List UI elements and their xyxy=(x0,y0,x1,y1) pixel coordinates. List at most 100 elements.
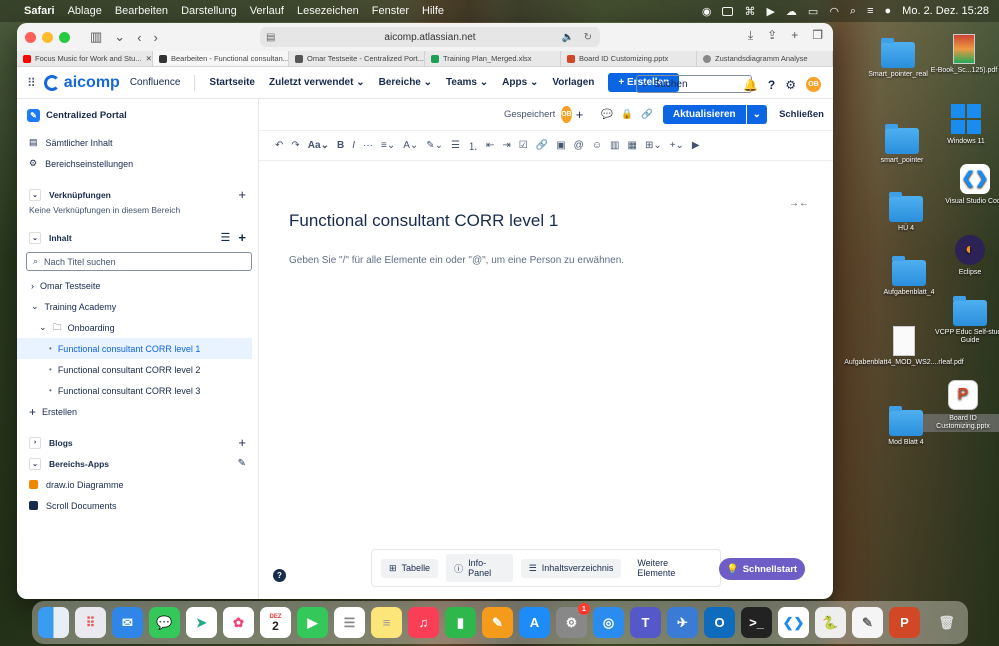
restrict-icon[interactable]: 🔒 xyxy=(621,109,633,120)
tab-zustandsdiagramm[interactable]: Zustandsdiagramm Analyse xyxy=(697,51,833,66)
music-icon[interactable]: ♫ xyxy=(408,607,439,638)
space-title[interactable]: ✎ Centralized Portal xyxy=(17,99,258,132)
page-settings-icon[interactable]: ▤ xyxy=(266,32,275,43)
chevron-down-icon[interactable]: ⌄ xyxy=(31,301,39,312)
trash-icon[interactable]: 🗑 xyxy=(931,607,962,638)
maps-icon[interactable]: ➤ xyxy=(186,607,217,638)
menu-hilfe[interactable]: Hilfe xyxy=(422,5,444,17)
image-icon[interactable]: ▣ xyxy=(556,140,565,151)
task-icon[interactable]: ☑ xyxy=(519,140,528,151)
close-window-button[interactable] xyxy=(25,31,36,43)
nav-apps[interactable]: Apps ⌄ xyxy=(502,77,538,88)
tree-item-level1[interactable]: • Functional consultant CORR level 1 xyxy=(17,338,252,359)
outlook-icon[interactable]: O xyxy=(704,607,735,638)
app-item-drawio[interactable]: draw.io Diagramme xyxy=(17,474,258,495)
menu-lesezeichen[interactable]: Lesezeichen xyxy=(297,5,359,17)
desktop-item[interactable]: smart_pointer xyxy=(862,124,942,165)
clock-text[interactable]: Mo. 2. Dez. 15:28 xyxy=(902,5,989,17)
forward-icon[interactable]: › xyxy=(154,30,158,45)
add-shortcut-icon[interactable]: + xyxy=(238,187,246,202)
chevron-down-icon[interactable]: ⌄ xyxy=(39,322,47,333)
launchpad-icon[interactable]: ⠿ xyxy=(75,607,106,638)
italic-icon[interactable]: I xyxy=(352,140,355,151)
edit-icon[interactable]: ✎ xyxy=(238,458,246,469)
app-switcher-icon[interactable]: ⠿ xyxy=(27,76,36,90)
tab-board-id[interactable]: Board ID Customizing.pptx xyxy=(561,51,697,66)
settings-icon[interactable]: ⚙ 1 xyxy=(556,603,590,638)
insert-table-button[interactable]: ⊞ Tabelle xyxy=(381,558,439,578)
close-tab-icon[interactable]: ✕ xyxy=(146,54,152,63)
desktop-item[interactable]: Aufgabenblatt4_MOD_WS2....rleaf.pdf xyxy=(844,326,964,367)
quickstart-button[interactable]: 💡 Schnellstart xyxy=(719,558,805,580)
insert-info-panel-button[interactable]: ⓘ Info-Panel xyxy=(446,554,513,582)
vpn-icon[interactable]: ✈ xyxy=(667,607,698,638)
tab-training-plan[interactable]: Training Plan_Merged.xlsx xyxy=(425,51,561,66)
insert-icon[interactable]: +⌄ xyxy=(670,140,684,151)
mail-icon[interactable]: ✉ xyxy=(112,607,143,638)
table-icon[interactable]: ⊞⌄ xyxy=(645,140,662,151)
status-icon[interactable]: ◉ xyxy=(702,5,712,18)
publish-options-button[interactable]: ⌄ xyxy=(746,105,768,124)
minimize-window-button[interactable] xyxy=(42,31,53,43)
back-icon[interactable]: ‹ xyxy=(137,30,141,45)
undo-icon[interactable]: ↶ xyxy=(275,140,283,151)
menu-ablage[interactable]: Ablage xyxy=(68,5,102,17)
share-icon[interactable]: ⇪ xyxy=(767,28,777,43)
tree-item-level3[interactable]: • Functional consultant CORR level 3 xyxy=(17,380,258,401)
new-tab-icon[interactable]: + xyxy=(791,28,798,43)
download-icon[interactable]: ⤓ xyxy=(748,28,753,43)
bold-icon[interactable]: B xyxy=(337,140,344,151)
sidebar-toggle-icon[interactable]: ▥ xyxy=(90,29,102,45)
nav-confluence[interactable]: Confluence xyxy=(130,77,181,88)
chevron-down-icon[interactable]: ⌄ xyxy=(114,29,125,45)
section-shortcuts[interactable]: ⌄ Verknüpfungen + xyxy=(17,184,258,205)
menu-darstellung[interactable]: Darstellung xyxy=(181,5,237,17)
tab-bearbeiten[interactable]: Bearbeiten - Functional consultan... xyxy=(153,51,289,66)
menu-app[interactable]: Safari xyxy=(24,5,55,17)
numbers-icon[interactable]: ▮ xyxy=(445,607,476,638)
align-icon[interactable]: ≡⌄ xyxy=(381,140,395,151)
link-icon[interactable]: 🔗 xyxy=(641,109,653,120)
notifications-icon[interactable]: 🔔 xyxy=(743,78,758,92)
desktop-item[interactable]: E-Book_Sc...125).pdf xyxy=(924,34,999,75)
mention-icon[interactable]: @ xyxy=(574,140,584,151)
tree-item-onboarding[interactable]: ⌄ 🗀 Onboarding xyxy=(17,317,258,338)
layout-icon[interactable]: ▥ xyxy=(610,140,619,151)
chevron-down-icon[interactable]: ⌄ xyxy=(29,457,41,470)
tree-item-level2[interactable]: • Functional consultant CORR level 2 xyxy=(17,359,258,380)
title-filter-input[interactable]: ⌕ Nach Titel suchen xyxy=(26,252,252,271)
appstore-icon[interactable]: A xyxy=(519,607,550,638)
reminders-icon[interactable]: ☰ xyxy=(334,607,365,638)
wifi-icon[interactable]: ◠ xyxy=(829,5,839,18)
update-button[interactable]: Aktualisieren xyxy=(662,105,746,124)
chevron-down-icon[interactable]: ⌄ xyxy=(29,188,41,201)
editor-body-placeholder[interactable]: Geben Sie "/" für alle Elemente ein oder… xyxy=(289,255,624,266)
tree-item-omar[interactable]: › Omar Testseite xyxy=(17,275,258,296)
tab-omar-testseite[interactable]: Omar Testseite - Centralized Port... xyxy=(289,51,425,66)
more-format-icon[interactable]: ··· xyxy=(363,140,373,151)
more-elements-button[interactable]: Weitere Elemente xyxy=(629,554,711,582)
avatar[interactable]: OB xyxy=(806,77,821,92)
insert-toc-button[interactable]: ☰ Inhaltsverzeichnis xyxy=(520,558,622,578)
invite-icon[interactable]: + xyxy=(576,107,584,122)
address-bar[interactable]: ▤ aicomp.atlassian.net 🔈 ↻ xyxy=(260,27,600,47)
finder-icon[interactable] xyxy=(38,607,69,638)
collapse-width-icon[interactable]: →← xyxy=(789,198,809,209)
section-content[interactable]: ⌄ Inhalt ☰ + xyxy=(17,227,258,248)
chevron-right-icon[interactable]: › xyxy=(29,436,41,449)
page-title[interactable]: Functional consultant CORR level 1 xyxy=(289,211,558,231)
menu-verlauf[interactable]: Verlauf xyxy=(250,5,284,17)
play-icon[interactable]: ▶ xyxy=(766,5,774,18)
terminal-icon[interactable]: >_ xyxy=(741,607,772,638)
text-style-dropdown[interactable]: Aa⌄ xyxy=(308,140,329,151)
reload-icon[interactable]: ↻ xyxy=(584,32,592,43)
desktop-item[interactable]: Mod Blatt 4 xyxy=(866,406,946,447)
menu-bearbeiten[interactable]: Bearbeiten xyxy=(115,5,168,17)
keyboard-icon[interactable]: ⌘ xyxy=(744,5,755,18)
text-color-icon[interactable]: A⌄ xyxy=(403,140,418,151)
desktop-item[interactable]: HÜ 4 xyxy=(866,192,946,233)
numbered-list-icon[interactable]: ⒈ xyxy=(468,138,478,153)
chevron-down-icon[interactable]: ⌄ xyxy=(29,231,41,244)
menu-fenster[interactable]: Fenster xyxy=(372,5,409,17)
outdent-icon[interactable]: ⇤ xyxy=(486,140,494,151)
